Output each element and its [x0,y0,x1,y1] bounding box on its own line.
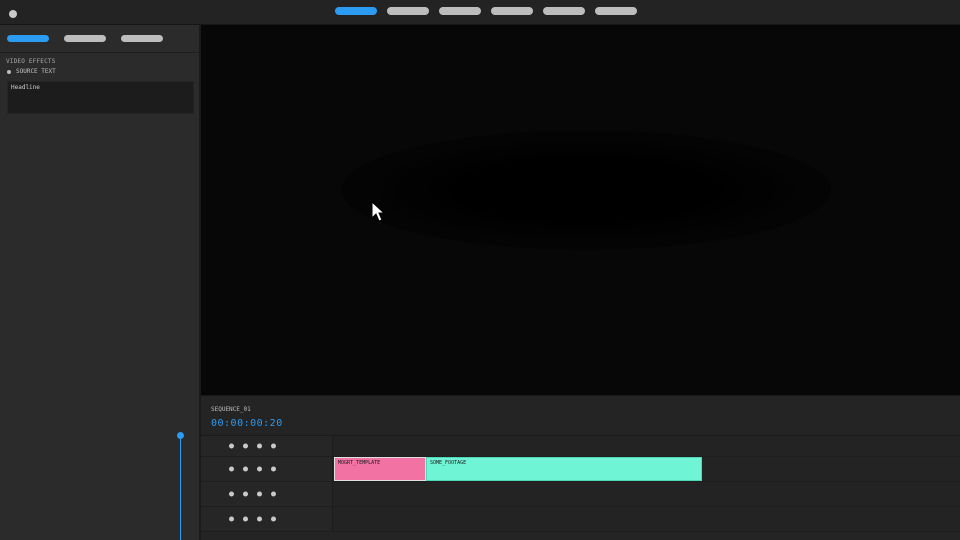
dot-icon[interactable] [271,466,276,472]
workspace-tab-1[interactable] [335,7,377,15]
property-label: SOURCE TEXT [16,68,56,75]
dot-icon[interactable] [243,491,248,497]
track-lane[interactable] [333,482,960,506]
keyframe-dot-icon[interactable] [7,69,11,74]
panel-tab-2[interactable] [64,35,106,42]
track-lane[interactable] [333,507,960,531]
dot-icon[interactable] [229,516,234,522]
dot-icon[interactable] [271,443,276,449]
track-controls [229,466,276,472]
source-text-field[interactable]: Headline [7,81,194,114]
clip-mogrt-template[interactable]: MOGRT_TEMPLATE [334,457,426,481]
dot-icon[interactable] [229,466,234,472]
panel-tab-1[interactable] [7,35,49,42]
effects-panel: VIDEO EFFECTS SOURCE TEXT Headline [0,25,200,540]
track-header [201,457,333,481]
dot-icon[interactable] [271,516,276,522]
playhead-handle[interactable] [177,432,184,439]
track-lane[interactable] [333,436,960,456]
panel-tab-3[interactable] [121,35,163,42]
workspace-tabs [335,7,637,15]
dot-icon[interactable] [257,491,262,497]
panel-tabs [0,25,199,53]
arrow-cursor-icon [371,201,385,222]
dot-icon[interactable] [257,466,262,472]
workspace-tab-2[interactable] [387,7,429,15]
sequence-name: SEQUENCE_01 [211,406,251,413]
track-controls [229,491,276,497]
window-dot-icon[interactable] [9,10,17,18]
track-row [201,482,960,507]
workspace-tab-3[interactable] [439,7,481,15]
section-title: VIDEO EFFECTS [6,58,56,65]
workspace-tab-5[interactable] [543,7,585,15]
timeline-tracks: MOGRT_TEMPLATE SOME_FOOTAGE [201,435,960,540]
top-menu-bar [0,0,960,25]
dot-icon[interactable] [257,443,262,449]
track-header [201,507,333,531]
video-frame [341,130,831,250]
track-controls [229,516,276,522]
timeline-header: SEQUENCE_01 00:00:00:20 [201,395,960,435]
workspace-tab-4[interactable] [491,7,533,15]
track-controls [229,443,276,449]
dot-icon[interactable] [243,516,248,522]
clip-some-footage[interactable]: SOME_FOOTAGE [426,457,702,481]
dot-icon[interactable] [243,443,248,449]
workspace-tab-6[interactable] [595,7,637,15]
source-text-property[interactable]: SOURCE TEXT [7,68,56,75]
track-row [201,507,960,532]
program-monitor[interactable] [201,25,960,395]
track-header [201,482,333,506]
dot-icon[interactable] [243,466,248,472]
track-header [201,436,333,456]
track-row [201,436,960,457]
dot-icon[interactable] [229,443,234,449]
dot-icon[interactable] [271,491,276,497]
dot-icon[interactable] [257,516,262,522]
dot-icon[interactable] [229,491,234,497]
timecode-display[interactable]: 00:00:00:20 [211,418,283,429]
playhead-line[interactable] [180,435,181,540]
